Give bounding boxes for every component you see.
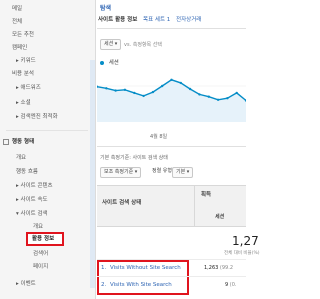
table-header: 사이트 검색 상태 획득 세션 <box>97 185 246 227</box>
header-divider <box>97 28 246 29</box>
sidebar-item-adwords[interactable]: ▸ 애드워즈 <box>0 83 104 93</box>
row-link-with-site-search[interactable]: Visits With Site Search <box>110 282 172 288</box>
sidebar-item-seo[interactable]: ▸ 검색엔진 최적화 <box>0 112 104 122</box>
chart-point[interactable] <box>123 88 127 91</box>
metric-select[interactable]: 세션 ▾ <box>100 39 122 50</box>
column-header-site-search-status[interactable]: 사이트 검색 상태 <box>102 198 141 206</box>
chevron-down-icon: ▾ <box>134 169 138 175</box>
main-panel: 탐색 사이트 활용 정보 목표 세트 1 전자상거래 세션 ▾ vs. 측정항목… <box>97 0 260 299</box>
chart-legend: 세션 <box>100 58 119 66</box>
row-percent: (99.2 <box>219 265 234 271</box>
tab-goal-set-1[interactable]: 목표 세트 1 <box>143 17 170 23</box>
explorer-tabs: 사이트 활용 정보 목표 세트 1 전자상거래 <box>98 15 248 26</box>
row-sessions: 1,263 <box>204 265 219 271</box>
table-row: 2. Visits With Site Search <box>101 280 172 290</box>
sidebar-scrollbar[interactable] <box>90 60 95 288</box>
explorer-tabbar: 탐색 사이트 활용 정보 목표 세트 1 전자상거래 <box>97 0 246 28</box>
sidebar-item-campaigns[interactable]: 캠페인 <box>0 43 100 53</box>
row-sessions: 9 <box>225 282 229 288</box>
row-index: 1. <box>101 265 107 271</box>
sort-type-value: 기본 <box>176 169 186 175</box>
sidebar-item-site-content[interactable]: ▸ 사이트 콘텐츠 <box>0 181 104 191</box>
chart-point[interactable] <box>170 78 173 81</box>
sidebar-item-social[interactable]: ▸ 소셜 <box>0 98 104 108</box>
sidebar-item-all[interactable]: 전체 <box>0 17 100 27</box>
metric-select-label: 세션 <box>104 41 114 47</box>
compare-metric-select[interactable]: vs. 측정항목 선택 <box>124 41 162 48</box>
sidebar-item-site-search[interactable]: ▾ 사이트 검색 <box>0 209 104 219</box>
chart-point[interactable] <box>235 91 238 95</box>
chart-point[interactable] <box>179 81 182 85</box>
secondary-dimension-button[interactable]: 보조 측정기준 ▾ <box>100 167 142 178</box>
sidebar-divider <box>6 130 88 131</box>
sidebar-item-keywords[interactable]: ▸ 키워드 <box>0 56 104 66</box>
sidebar-item-behavior[interactable]: 행동 형태 <box>0 137 100 147</box>
column-header-sessions[interactable]: 세션 <box>215 213 224 220</box>
sidebar-item-mail[interactable]: 메일 <box>0 4 100 14</box>
row-index: 2. <box>101 282 107 288</box>
sidebar-item-site-speed[interactable]: ▸ 사이트 속도 <box>0 195 104 205</box>
chart-point[interactable] <box>198 93 201 96</box>
chart-point[interactable] <box>151 90 155 94</box>
row-link-without-site-search[interactable]: Visits Without Site Search <box>110 265 181 271</box>
chart-point[interactable] <box>133 91 136 95</box>
tab-ecommerce[interactable]: 전자상거래 <box>176 17 201 23</box>
sessions-chart <box>97 78 246 122</box>
row-value: 9 (0. <box>225 280 237 290</box>
row-value: 1,263 (99.2 <box>204 263 233 273</box>
sidebar-item-cost-analysis[interactable]: 비용 분석 <box>0 69 100 79</box>
sidebar-item-usage-selected[interactable]: 활용 정보 <box>26 232 64 246</box>
sidebar-item-all-referrals[interactable]: 모든 추천 <box>0 30 100 40</box>
tab-site-usage[interactable]: 사이트 활용 정보 <box>98 17 137 23</box>
chart-point[interactable] <box>105 87 108 90</box>
chart-divider <box>97 146 246 147</box>
chart-date-label: 4월 8일 <box>150 134 168 140</box>
sidebar-item-behavior-flow[interactable]: 행동 흐름 <box>0 167 104 177</box>
sort-type-select[interactable]: 기본 ▾ <box>172 167 194 178</box>
chart-point[interactable] <box>207 95 210 98</box>
sessions-total-percent: 전체 대비 비율(%) <box>224 251 260 256</box>
column-group-acquisition: 획득 <box>201 192 212 198</box>
chevron-down-icon: ▾ <box>186 169 190 175</box>
sessions-total: 1,27 <box>232 234 259 248</box>
chart-point[interactable] <box>161 84 164 88</box>
row-divider <box>97 276 246 277</box>
sidebar-item-overview[interactable]: 개요 <box>0 153 104 163</box>
row-percent: (0. <box>229 282 237 288</box>
page-title: 탐색 <box>100 5 112 12</box>
chart-point[interactable] <box>142 94 145 98</box>
chart-point[interactable] <box>188 87 192 91</box>
sidebar: 메일 전체 모든 추천 캠페인 ▸ 키워드 비용 분석 ▸ 애드워즈 ▸ 소셜 … <box>0 0 96 299</box>
legend-label: 세션 <box>108 60 119 66</box>
chart-point[interactable] <box>226 97 229 100</box>
sidebar-item-events[interactable]: ▸ 이벤트 <box>0 279 104 289</box>
chart-point[interactable] <box>216 98 220 101</box>
chevron-down-icon: ▾ <box>114 41 118 47</box>
secondary-dimension-label: 보조 측정기준 <box>104 169 134 175</box>
column-divider <box>194 186 195 226</box>
primary-dimension-label: 기본 측정기준: 사이트 검색 상태 <box>100 155 168 161</box>
legend-dot-icon <box>100 60 104 65</box>
table-row: 1. Visits Without Site Search <box>101 263 181 273</box>
chart-point[interactable] <box>114 89 117 92</box>
